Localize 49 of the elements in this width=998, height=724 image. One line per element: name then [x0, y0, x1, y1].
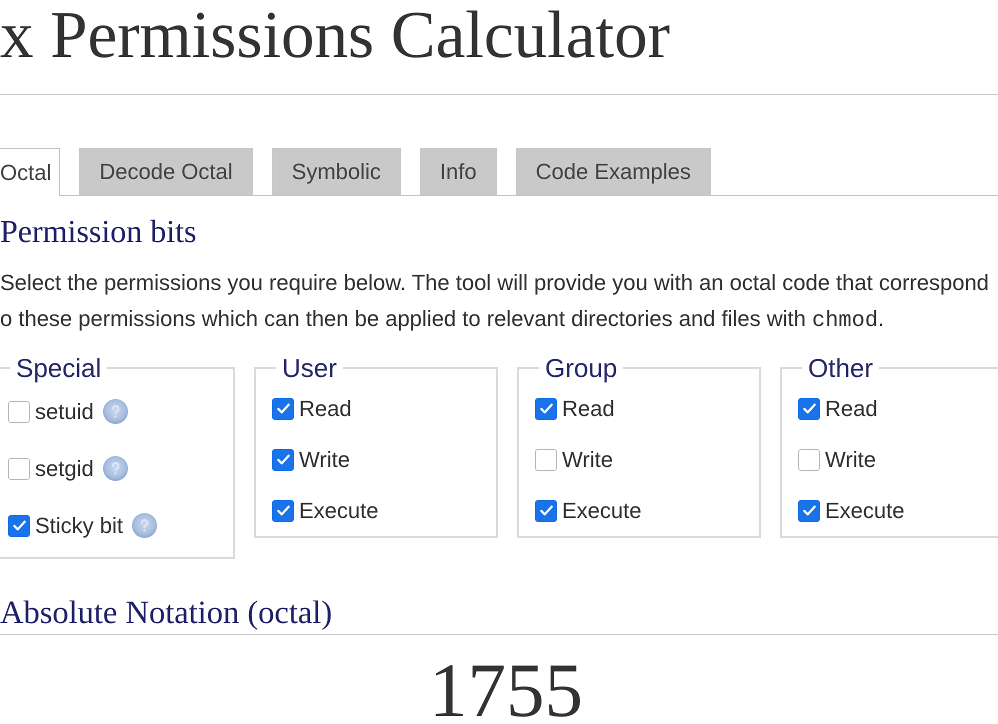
page-title: x Permissions Calculator — [0, 0, 671, 70]
checkbox[interactable] — [272, 448, 294, 470]
checkbox[interactable] — [535, 448, 557, 470]
group-legend: Special — [10, 355, 108, 381]
checkbox-label[interactable]: Read — [562, 396, 615, 421]
checkbox-label[interactable]: Execute — [562, 498, 642, 523]
section-heading: Absolute Notation (octal) — [0, 595, 998, 635]
checkbox-label[interactable]: Read — [299, 396, 352, 421]
checkmark-icon — [538, 401, 554, 416]
checkmark-icon — [276, 401, 290, 416]
checkbox[interactable] — [535, 500, 557, 522]
checkbox[interactable] — [798, 448, 820, 470]
checkmark-icon — [802, 503, 816, 518]
octal-result: 1755 — [429, 647, 583, 724]
checkbox-label[interactable]: Write — [299, 447, 350, 472]
checkbox[interactable] — [798, 398, 820, 420]
help-icon[interactable] — [132, 513, 158, 538]
checkbox-label[interactable]: Read — [825, 396, 878, 421]
checkbox[interactable] — [272, 500, 294, 522]
checkbox[interactable] — [8, 458, 30, 480]
checkbox-label[interactable]: Write — [825, 447, 876, 472]
checkbox-label[interactable]: Execute — [299, 498, 378, 523]
tab[interactable]: Octal — [0, 148, 60, 196]
section-heading: Permission bits — [0, 213, 198, 249]
group-legend: Other — [802, 355, 880, 381]
checkbox-label[interactable]: Sticky bit — [35, 513, 124, 538]
checkbox-label[interactable]: setgid — [35, 456, 94, 481]
tab[interactable]: Decode Octal — [79, 148, 253, 195]
checkbox[interactable] — [8, 514, 30, 536]
checkmark-icon — [276, 452, 290, 467]
checkbox-label[interactable]: Write — [562, 447, 613, 472]
checkbox[interactable] — [535, 398, 557, 420]
tab[interactable]: Code Examples — [516, 148, 711, 195]
checkbox-label[interactable]: setuid — [35, 399, 94, 424]
checkmark-icon — [12, 518, 26, 533]
checkmark-icon — [802, 401, 816, 416]
help-icon[interactable] — [102, 456, 128, 481]
group-legend: Group — [539, 355, 624, 381]
checkbox[interactable] — [8, 400, 30, 422]
checkbox[interactable] — [798, 500, 820, 522]
help-icon[interactable] — [102, 399, 128, 424]
group-legend: User — [276, 355, 343, 381]
intro-paragraph: Select the permissions you require below. The tool will provide you with an octal code that correspond o these permissions which can then be applied to relevant directories and files with chmod. — [0, 269, 990, 335]
checkbox[interactable] — [272, 398, 294, 420]
tab[interactable]: Info — [420, 148, 497, 195]
checkbox-label[interactable]: Execute — [825, 498, 904, 523]
checkmark-icon — [538, 503, 554, 518]
checkmark-icon — [276, 503, 290, 518]
tab[interactable]: Symbolic — [272, 148, 401, 195]
